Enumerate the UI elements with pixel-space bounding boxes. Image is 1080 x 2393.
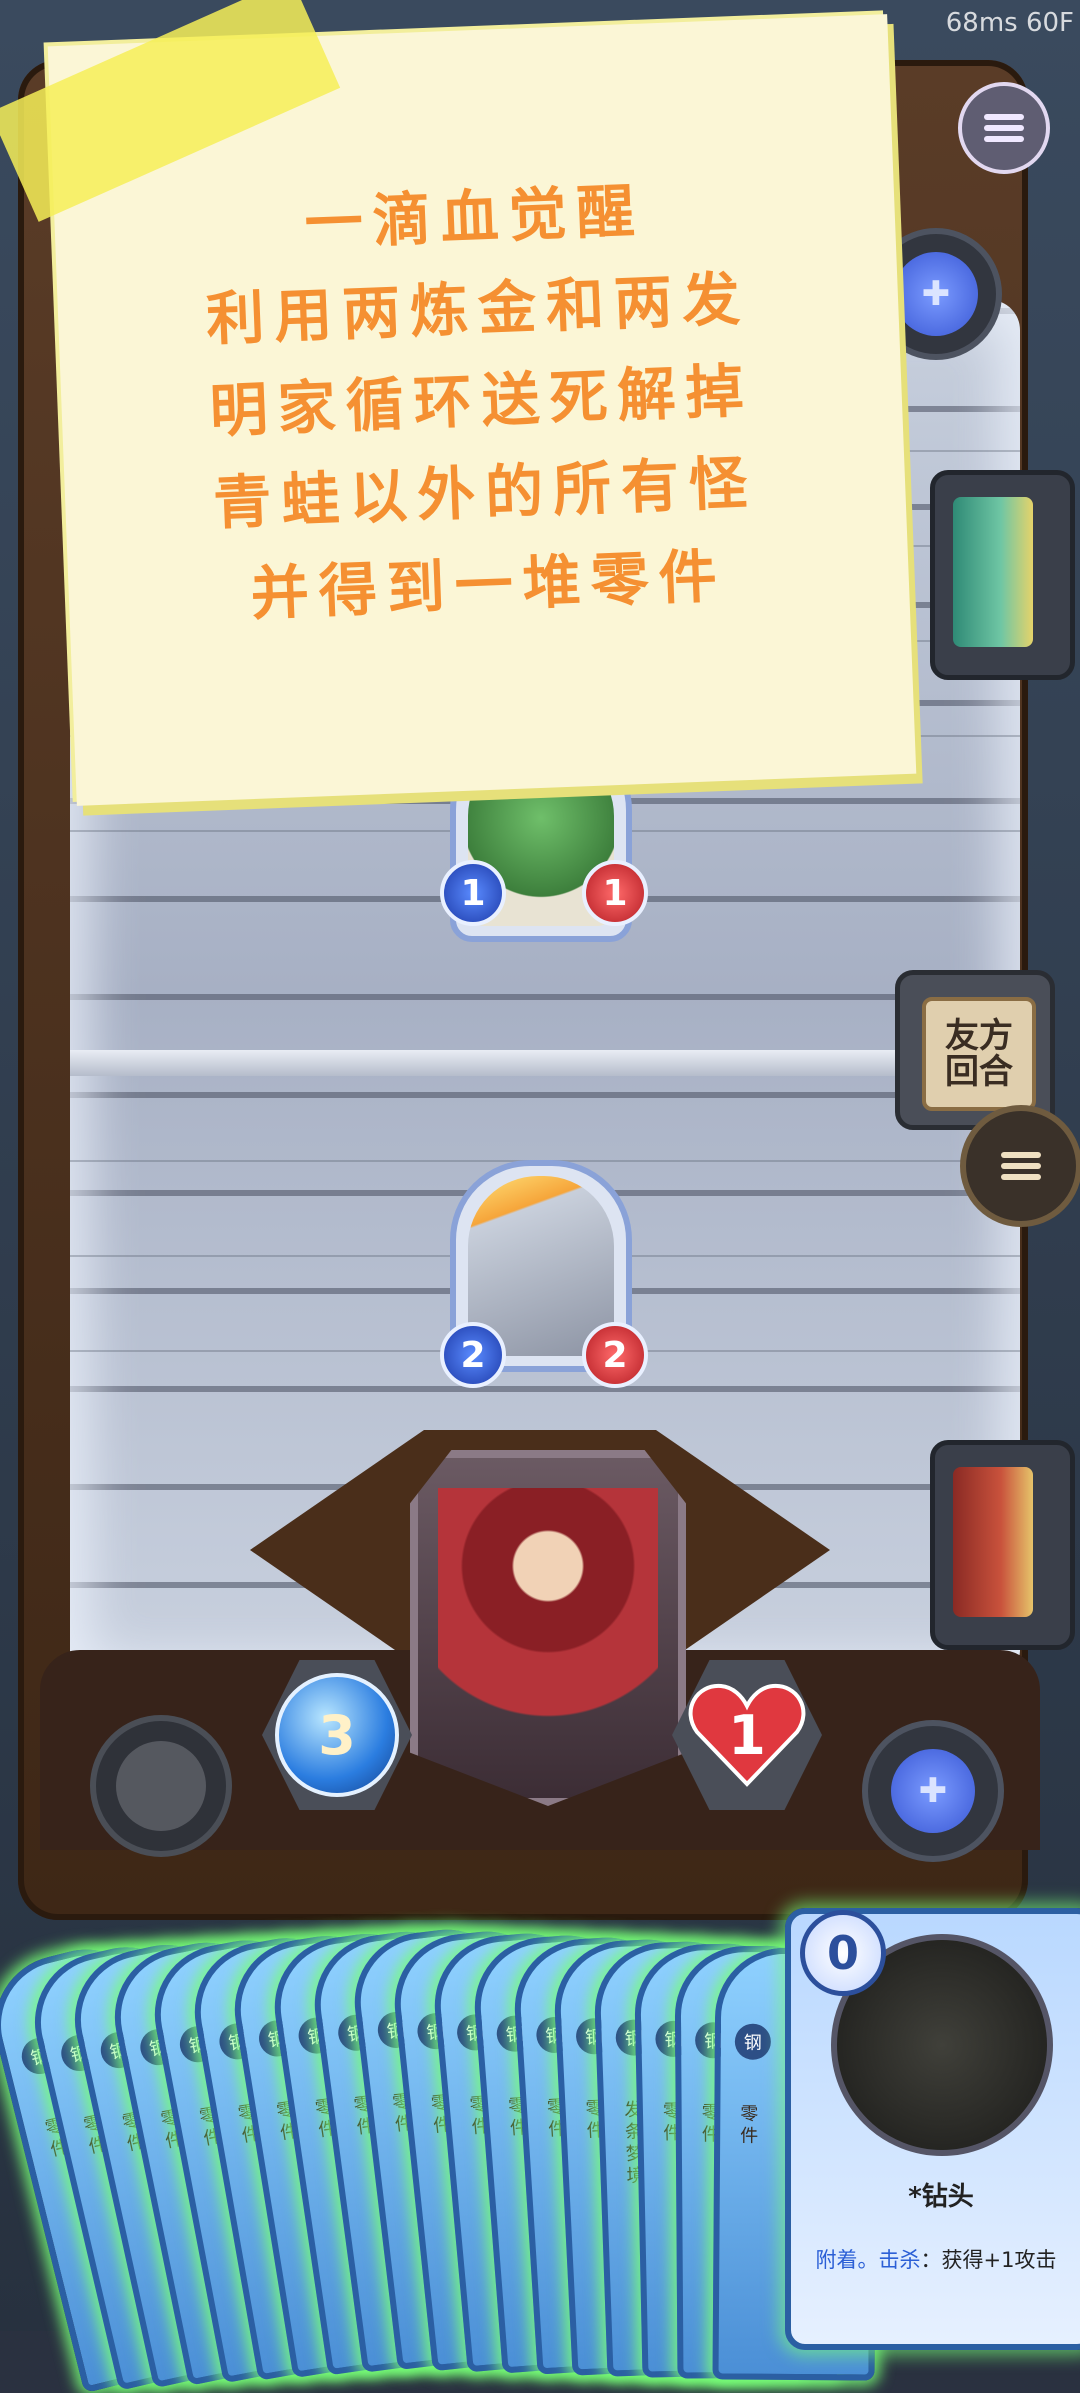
heart-icon: 1	[687, 1680, 807, 1790]
hamburger-icon	[1001, 1152, 1041, 1180]
featured-card-effect: ：获得+1攻击	[920, 2248, 1057, 2272]
hero-art	[438, 1488, 658, 1748]
featured-card-keyword: 附着。击杀	[815, 2248, 921, 2272]
hero-power-icon	[116, 1741, 206, 1831]
player-graveyard-button[interactable]: ✚	[862, 1720, 1004, 1862]
hamburger-icon	[984, 114, 1024, 142]
card-label: 零件	[740, 2103, 759, 2147]
turn-log-label: 友方 回合	[922, 997, 1036, 1111]
card-type-badge: 钢	[734, 2023, 771, 2060]
featured-card-cost: 0	[800, 1910, 886, 1996]
player-minion-health: 2	[582, 1322, 648, 1388]
deck-icon	[953, 1467, 1033, 1617]
featured-card-name: *钻头	[908, 2182, 974, 2212]
tombstone-icon: ✚	[891, 1749, 975, 1833]
player-hero-portrait[interactable]	[410, 1450, 686, 1806]
hero-power-button[interactable]	[90, 1715, 232, 1857]
menu-button-side[interactable]	[960, 1105, 1080, 1227]
board-midline	[70, 1050, 1020, 1076]
mana-orb: 3	[275, 1673, 399, 1797]
featured-card-desc: 附着。击杀：获得+1攻击	[801, 2244, 1071, 2274]
fps-counter: 68ms 60F	[945, 8, 1074, 38]
player-minion-attack: 2	[440, 1322, 506, 1388]
enemy-deck[interactable]	[930, 470, 1075, 680]
tombstone-icon: ✚	[894, 252, 978, 336]
player-deck[interactable]	[930, 1440, 1075, 1650]
hero-health: 1	[728, 1703, 766, 1767]
enemy-minion-attack: 1	[440, 860, 506, 926]
enemy-minion-health: 1	[582, 860, 648, 926]
deck-icon	[953, 497, 1033, 647]
menu-button-top[interactable]	[958, 82, 1050, 174]
